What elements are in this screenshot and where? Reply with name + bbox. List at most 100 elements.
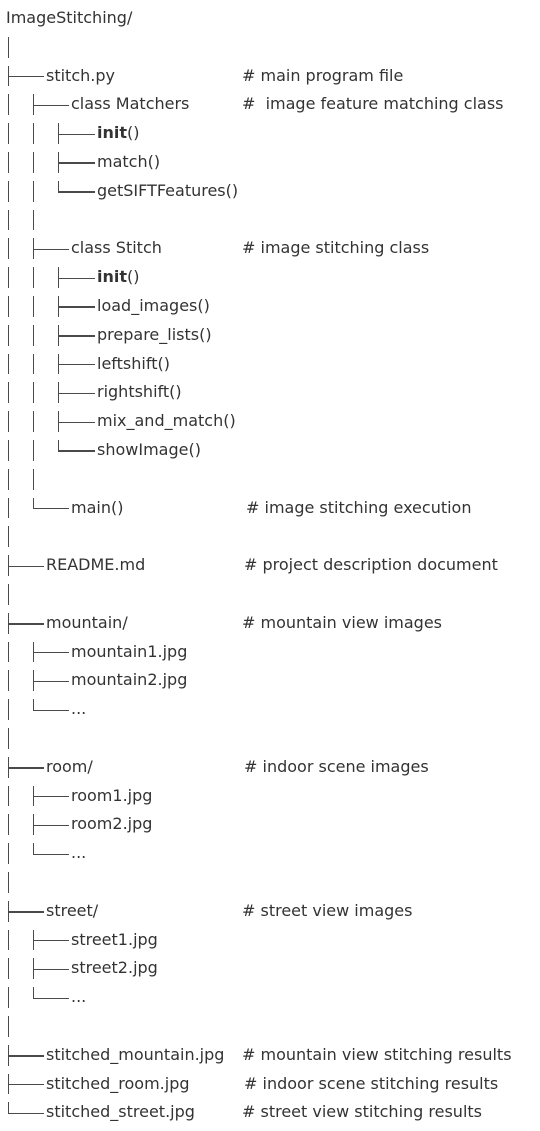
tree-rail — [8, 1016, 10, 1037]
tree-spacer-row — [0, 465, 540, 494]
tree-connector — [33, 824, 69, 827]
tree-rail — [8, 411, 10, 432]
entry-name: ... — [71, 987, 87, 1007]
tree-rail — [33, 324, 35, 346]
tree-rail — [8, 584, 10, 605]
tree-entry: ... — [0, 695, 540, 724]
entry-comment: # street view stitching results — [242, 1102, 482, 1122]
entry-name: README.md — [46, 555, 146, 575]
entry-name: match() — [97, 152, 161, 171]
tree-rail — [8, 843, 10, 864]
tree-entry: class Stitch # image stitching class — [0, 234, 540, 263]
entry-comment: # indoor scene stitching results — [244, 1073, 499, 1093]
directory-tree: ImageStitching/stitch.py # main program f… — [0, 0, 540, 1131]
tree-connector — [33, 939, 69, 942]
tree-connector — [33, 680, 69, 683]
tree-spacer-row — [0, 522, 540, 551]
entry-name: street2.jpg — [71, 958, 158, 978]
tree-rail — [8, 324, 10, 346]
entry-name: street/ — [46, 900, 99, 920]
tree-entry: leftshift() — [0, 350, 540, 379]
tree-root: ImageStitching/ — [0, 4, 540, 33]
tree-entry: stitched_mountain.jpg # mountain view sti… — [0, 1041, 540, 1070]
tree-entry: mountain2.jpg — [0, 666, 540, 695]
root-folder-name: ImageStitching/ — [6, 8, 133, 27]
tree-connector — [58, 421, 95, 423]
entry-comment: # project description document — [244, 555, 498, 575]
entry-name: mix_and_match() — [97, 411, 236, 431]
tree-connector — [8, 1083, 44, 1086]
tree-rail — [8, 958, 10, 980]
entry-name: init() — [97, 119, 140, 148]
tree-rail — [8, 267, 10, 288]
tree-entry: stitched_street.jpg # street view stitchi… — [0, 1098, 540, 1127]
tree-rail — [33, 353, 35, 375]
tree-connector — [8, 75, 44, 78]
entry-name: main() — [71, 497, 124, 517]
tree-rail — [33, 123, 35, 144]
entry-name: init() — [97, 263, 140, 292]
entry-name: street1.jpg — [71, 929, 158, 949]
tree-rail — [8, 382, 10, 404]
tree-rail — [8, 36, 10, 58]
entry-comment: # indoor scene images — [244, 756, 429, 776]
tree-rail — [8, 353, 10, 375]
tree-rail — [33, 440, 35, 461]
tree-connector — [58, 335, 95, 337]
tree-rail — [8, 929, 10, 951]
tree-entry: showImage() — [0, 436, 540, 465]
tree-connector — [33, 968, 69, 971]
tree-connector — [58, 450, 95, 452]
tree-rail — [33, 209, 35, 231]
tree-entry: load_images() — [0, 292, 540, 321]
tree-rail — [8, 670, 10, 692]
tree-rail — [8, 123, 10, 144]
tree-rail — [8, 238, 10, 260]
tree-entry: README.md # project description document — [0, 551, 540, 580]
tree-rail — [8, 699, 10, 720]
tree-entry: mountain1.jpg — [0, 638, 540, 667]
tree-spacer-row — [0, 1012, 540, 1041]
entry-name: prepare_lists() — [97, 324, 212, 344]
method-name-bold: init — [97, 123, 128, 143]
entry-name: room/ — [46, 756, 93, 776]
tree-connector — [33, 853, 69, 855]
tree-rail — [8, 872, 10, 893]
tree-entry: room/ # indoor scene images — [0, 753, 540, 782]
tree-entry: main() # image stitching execution — [0, 494, 540, 523]
tree-entry: street1.jpg — [0, 926, 540, 955]
entry-comment: # image stitching class — [242, 238, 430, 258]
tree-rail — [33, 267, 35, 288]
tree-spacer-row — [0, 580, 540, 609]
tree-connector — [8, 911, 44, 913]
tree-entry: init() — [0, 119, 540, 148]
tree-rail — [8, 440, 10, 461]
tree-rail — [8, 728, 10, 749]
tree-connector — [33, 507, 69, 510]
entry-name: stitched_mountain.jpg — [46, 1044, 225, 1064]
tree-rail — [8, 152, 10, 173]
entry-comment: # mountain view images — [242, 612, 442, 632]
entry-name: room2.jpg — [71, 814, 153, 834]
method-name-bold: init — [97, 267, 128, 287]
entry-comment: # image feature matching class — [242, 94, 504, 114]
tree-spacer-row — [0, 33, 540, 62]
tree-rail — [8, 180, 10, 202]
tree-connector — [58, 162, 95, 164]
tree-entry: rightshift() — [0, 378, 540, 407]
tree-connector — [33, 104, 69, 107]
tree-entry: ... — [0, 839, 540, 868]
entry-comment: # image stitching execution — [246, 497, 472, 517]
entry-name: stitched_room.jpg — [46, 1073, 190, 1093]
tree-entry: street/ # street view images — [0, 897, 540, 926]
tree-spacer-row — [0, 724, 540, 753]
tree-rail — [33, 296, 35, 317]
tree-entry: ... — [0, 983, 540, 1012]
entry-name: rightshift() — [97, 382, 182, 402]
tree-rail — [33, 411, 35, 432]
entry-name: getSIFTFeatures() — [97, 180, 239, 200]
entry-name: ... — [71, 699, 87, 719]
tree-entry: class Matchers # image feature matching c… — [0, 90, 540, 119]
entry-comment: # mountain view stitching results — [242, 1044, 512, 1064]
tree-entry: stitch.py # main program file — [0, 62, 540, 91]
